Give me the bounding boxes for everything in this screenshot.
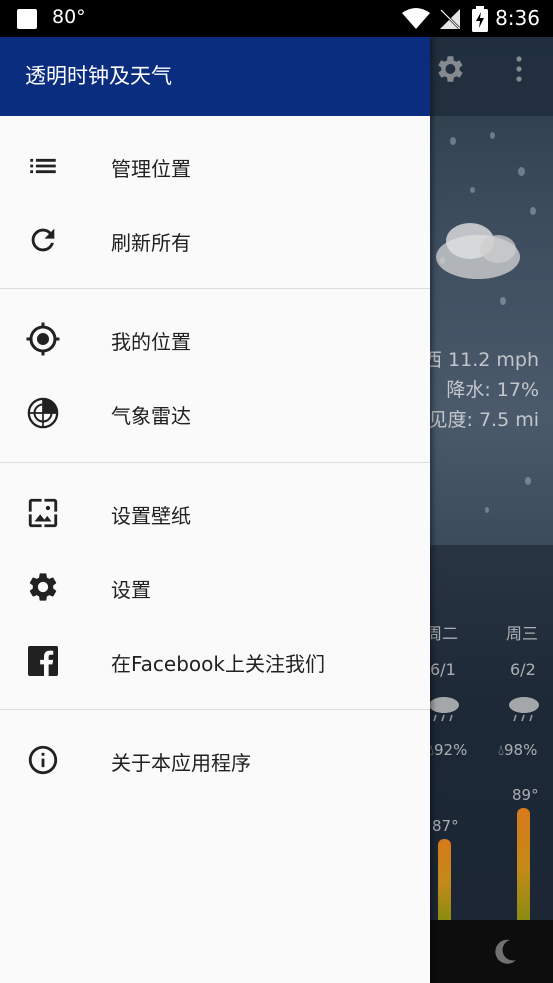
forecast-high: 89°	[512, 786, 539, 804]
moon-icon	[495, 939, 516, 964]
forecast-day: 周三	[506, 624, 539, 643]
menu-item-set-wallpaper[interactable]: 设置壁纸	[0, 476, 430, 550]
my-location-icon	[25, 321, 61, 357]
divider	[0, 462, 430, 463]
menu-item-manage-locations[interactable]: 管理位置	[0, 129, 430, 203]
menu-item-settings[interactable]: 设置	[0, 550, 430, 624]
wind-text: 西 11.2 mph	[430, 349, 539, 371]
precipitation-text: 降水: 17%	[446, 379, 539, 401]
menu-label: 气象雷达	[111, 404, 191, 428]
menu-label: 我的位置	[111, 330, 191, 354]
notification-square-icon	[17, 9, 37, 29]
drawer-header: 透明时钟及天气	[0, 37, 430, 116]
wifi-icon	[402, 8, 430, 29]
facebook-icon	[25, 643, 61, 679]
forecast-panel: 周二 周三 6/1 6/2 💧︎92% 💧︎98% 87° 89°	[430, 545, 553, 920]
menu-item-about[interactable]: 关于本应用程序	[0, 723, 430, 797]
menu-label: 设置	[111, 578, 151, 602]
forecast-humidity: 💧︎98%	[498, 741, 538, 759]
visibility-text: 见度: 7.5 mi	[430, 409, 539, 431]
menu-label: 在Facebook上关注我们	[111, 652, 325, 676]
status-bar: 80° 8:36	[0, 0, 553, 37]
forecast-date: 6/1	[430, 660, 456, 679]
cloud-icon	[436, 223, 520, 279]
forecast-high: 87°	[432, 817, 459, 835]
divider	[0, 288, 430, 289]
forecast-humidity: 💧︎92%	[430, 741, 468, 759]
forecast-day: 周二	[430, 624, 459, 643]
menu-item-follow-facebook[interactable]: 在Facebook上关注我们	[0, 624, 430, 698]
menu-item-weather-radar[interactable]: 气象雷达	[0, 376, 430, 450]
temperature-bar	[517, 808, 530, 920]
battery-charging-icon	[472, 6, 488, 32]
rain-cloud-icon	[509, 697, 539, 722]
wallpaper-icon	[25, 495, 61, 531]
no-signal-icon	[440, 9, 460, 29]
forecast-date: 6/2	[510, 660, 536, 679]
divider	[0, 709, 430, 710]
settings-gear-icon[interactable]	[432, 52, 466, 86]
menu-label: 刷新所有	[111, 231, 191, 255]
status-time: 8:36	[495, 6, 540, 30]
app-title: 透明时钟及天气	[25, 64, 172, 88]
list-icon	[25, 148, 61, 184]
background-weather-app: 西 11.2 mph 降水: 17% 见度: 7.5 mi 周二 周三 6/1 …	[430, 37, 553, 983]
gear-icon	[25, 569, 61, 605]
navigation-drawer: 透明时钟及天气 管理位置 刷新所有 我的位置 气象雷达 设置壁纸 设置 在Fac…	[0, 37, 430, 983]
info-icon	[25, 742, 61, 778]
radar-icon	[25, 395, 61, 431]
menu-label: 管理位置	[111, 157, 191, 181]
background-app-bar	[430, 37, 553, 116]
background-bottom-bar	[430, 920, 553, 983]
overflow-menu-icon[interactable]	[512, 54, 526, 84]
menu-label: 关于本应用程序	[111, 751, 251, 775]
menu-label: 设置壁纸	[111, 504, 191, 528]
menu-item-refresh-all[interactable]: 刷新所有	[0, 203, 430, 277]
status-temperature: 80°	[52, 6, 86, 28]
refresh-icon	[25, 222, 61, 258]
menu-item-my-location[interactable]: 我的位置	[0, 302, 430, 376]
rain-cloud-icon	[430, 697, 459, 722]
temperature-bar	[438, 839, 451, 920]
